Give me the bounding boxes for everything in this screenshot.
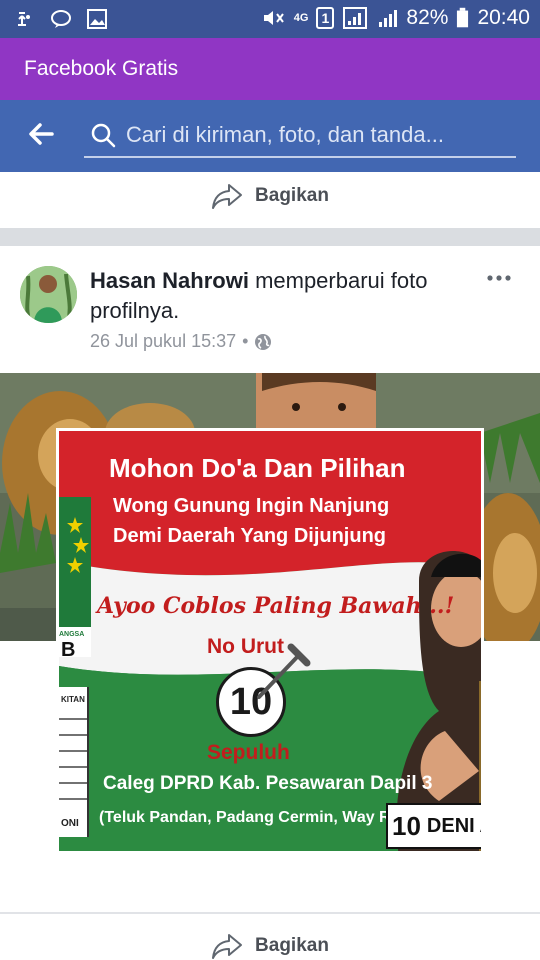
poster-headline: Mohon Do'a Dan Pilihan	[109, 453, 406, 483]
poster-district: (Teluk Pandan, Padang Cermin, Way Ratai)	[99, 809, 424, 826]
share-label: Bagikan	[255, 935, 329, 956]
globe-icon	[255, 333, 272, 350]
search-header: Cari di kiriman, foto, dan tanda...	[0, 100, 540, 172]
post-title: Hasan Nahrowi memperbarui foto profilnya…	[90, 266, 470, 326]
battery-level: 82%	[406, 6, 449, 29]
party-tagline: ANGSA	[59, 631, 85, 638]
post-timestamp[interactable]: 26 Jul pukul 15:37	[90, 331, 236, 352]
more-options-icon[interactable]	[486, 270, 512, 286]
poster-call-to-action: Ayoo Coblos Paling Bawah ..!	[97, 593, 455, 619]
share-button[interactable]: Bagikan	[0, 168, 540, 224]
share-icon	[212, 184, 243, 209]
ballot-sample: KITAN ONI	[59, 687, 89, 837]
author-name[interactable]: Hasan Nahrowi	[90, 268, 249, 293]
ballot-bottom-label: ONI	[61, 818, 79, 829]
candidate-name: DENI A	[426, 814, 481, 837]
banner-title: Facebook Gratis	[24, 57, 179, 80]
facebook-gratis-banner[interactable]: Facebook Gratis	[0, 38, 540, 100]
avatar[interactable]	[20, 266, 77, 323]
party-letter: B	[61, 639, 76, 661]
mute-icon	[263, 11, 284, 25]
poster-candidate-title: Caleg DPRD Kab. Pesawaran Dapil 3	[103, 773, 433, 794]
signal-icon	[343, 7, 368, 29]
sim-slot-badge: 1	[316, 7, 335, 29]
share-label: Bagikan	[255, 185, 329, 206]
share-icon	[212, 934, 243, 959]
party-logo: ANGSA B	[59, 497, 91, 661]
post-footer-divider	[0, 912, 540, 914]
search-input[interactable]: Cari di kiriman, foto, dan tanda...	[84, 116, 516, 158]
campaign-poster-image[interactable]: ANGSA B KITAN ONI Mohon Do'a Dan Pilihan…	[56, 428, 484, 854]
feed-divider	[0, 228, 540, 246]
back-arrow-icon[interactable]	[26, 118, 58, 150]
nail-icon	[257, 643, 311, 699]
search-placeholder: Cari di kiriman, foto, dan tanda...	[126, 122, 444, 147]
gallery-icon	[87, 9, 107, 29]
messenger-icon	[51, 10, 71, 28]
candidate-name-box: 10 DENI A	[386, 803, 481, 849]
ballot-label: KITAN	[61, 695, 85, 704]
signal-icon-2	[379, 10, 398, 27]
status-bar: 4G 1 82% 20:40	[0, 0, 540, 38]
battery-icon	[457, 7, 469, 28]
poster-subline-1: Wong Gunung Ingin Nanjung	[113, 495, 390, 517]
share-button-bottom[interactable]: Bagikan	[0, 918, 540, 960]
meta-separator: •	[242, 331, 249, 351]
usb-icon	[18, 12, 30, 26]
poster-subline-2: Demi Daerah Yang Dijunjung	[113, 525, 387, 547]
clock: 20:40	[477, 6, 530, 29]
name-box-number: 10	[392, 810, 421, 841]
search-icon	[91, 123, 116, 148]
poster-sepuluh: Sepuluh	[207, 741, 290, 764]
network-type: 4G	[293, 11, 309, 24]
post-meta: 26 Jul pukul 15:37 •	[90, 331, 272, 352]
